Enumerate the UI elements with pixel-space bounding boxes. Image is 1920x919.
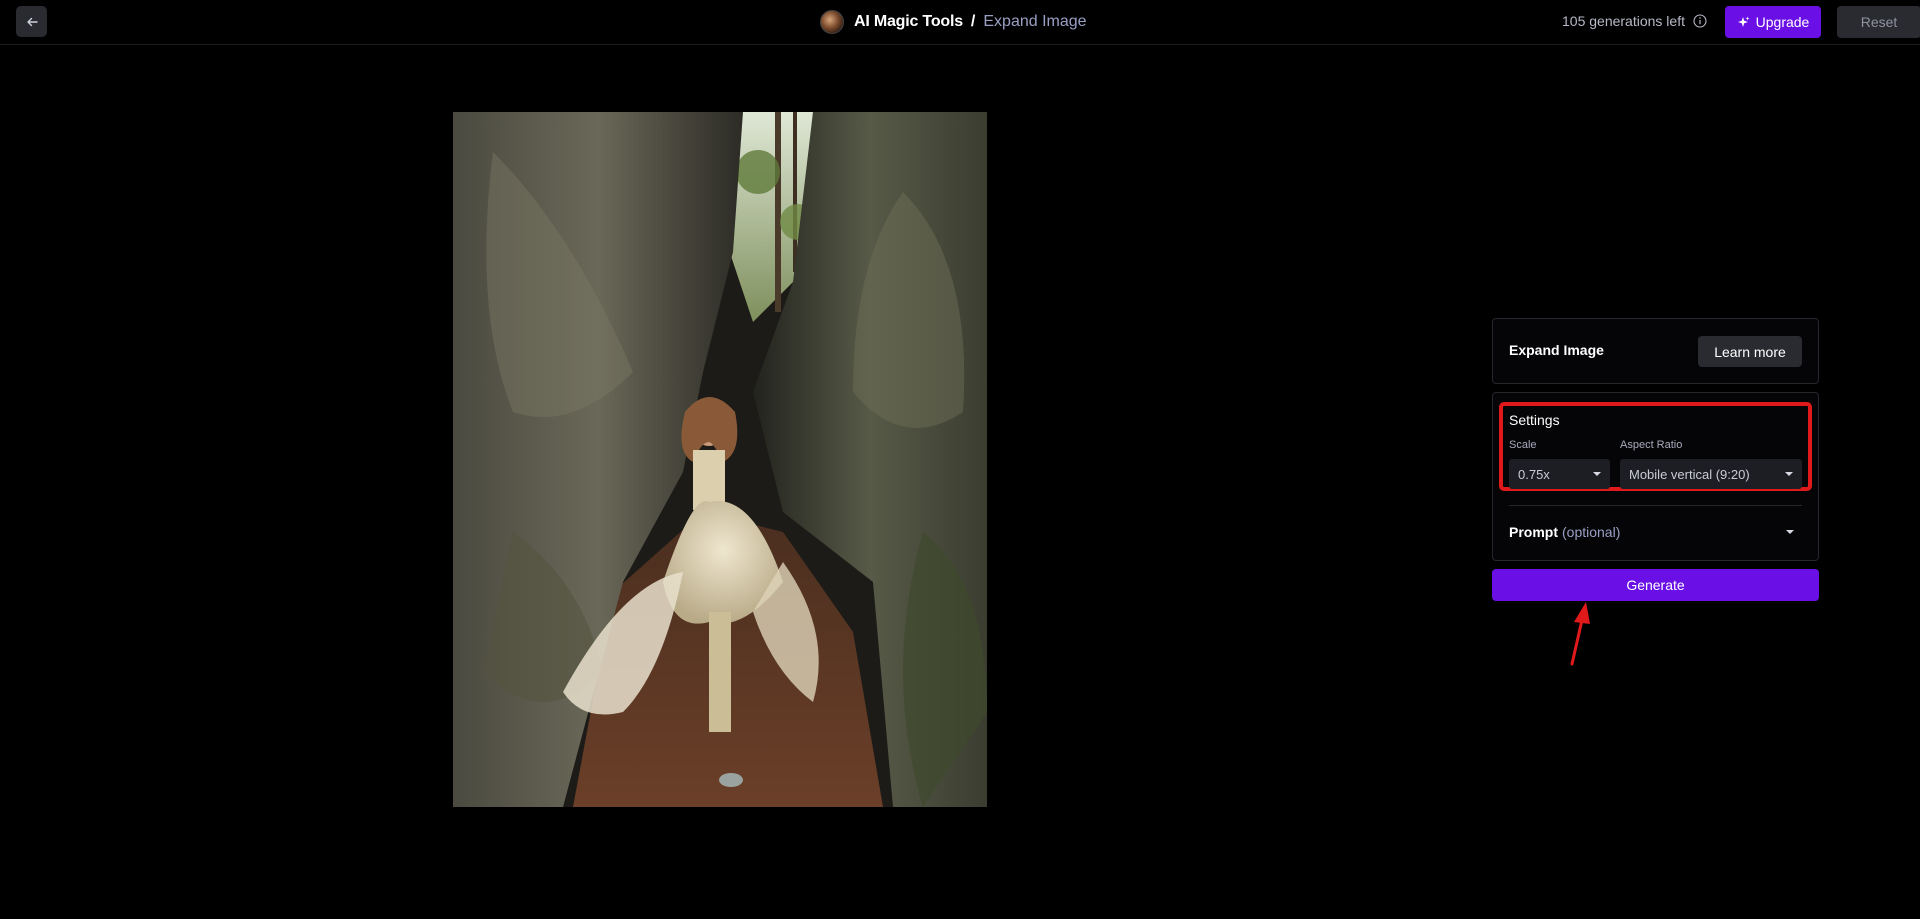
upgrade-button[interactable]: Upgrade xyxy=(1725,6,1821,38)
caret-down-icon xyxy=(1785,472,1793,476)
chevron-down-icon xyxy=(1786,530,1794,534)
aspect-ratio-value: Mobile vertical (9:20) xyxy=(1629,466,1750,482)
source-image xyxy=(453,112,987,807)
scale-value: 0.75x xyxy=(1518,466,1550,482)
caret-down-icon xyxy=(1593,472,1601,476)
tool-header-card: Expand Image Learn more xyxy=(1492,318,1819,384)
settings-title: Settings xyxy=(1509,412,1560,428)
breadcrumb: AI Magic Tools / Expand Image xyxy=(820,9,1087,35)
breadcrumb-separator: / xyxy=(970,13,976,30)
top-bar: AI Magic Tools / Expand Image 105 genera… xyxy=(0,0,1920,45)
photo-illustration xyxy=(453,112,987,807)
upgrade-label: Upgrade xyxy=(1755,14,1810,30)
arrow-left-icon xyxy=(26,17,38,26)
scale-label: Scale xyxy=(1509,439,1537,451)
page-title: Expand Image xyxy=(983,13,1087,30)
aspect-ratio-label: Aspect Ratio xyxy=(1620,439,1683,451)
generations-counter: 105 generations left xyxy=(1562,13,1707,29)
tool-title: Expand Image xyxy=(1509,342,1604,358)
prompt-toggle[interactable]: Prompt (optional) xyxy=(1509,522,1802,542)
prompt-optional-label: (optional) xyxy=(1562,524,1621,540)
divider xyxy=(1509,505,1802,506)
prompt-label: Prompt xyxy=(1509,524,1558,540)
info-icon[interactable] xyxy=(1693,14,1707,28)
sparkle-icon xyxy=(1737,16,1750,29)
app-title[interactable]: AI Magic Tools xyxy=(854,13,963,31)
scale-select[interactable]: 0.75x xyxy=(1509,459,1610,489)
settings-card: Settings Scale 0.75x Aspect Ratio Mobile… xyxy=(1492,392,1819,561)
generate-button[interactable]: Generate xyxy=(1492,569,1819,601)
learn-more-button[interactable]: Learn more xyxy=(1698,336,1802,367)
aspect-ratio-select[interactable]: Mobile vertical (9:20) xyxy=(1620,459,1802,489)
annotation-arrow-icon xyxy=(1570,602,1590,666)
app-logo xyxy=(820,10,844,34)
reset-button[interactable]: Reset xyxy=(1837,6,1920,38)
generations-left-text: 105 generations left xyxy=(1562,13,1685,29)
back-button[interactable] xyxy=(16,6,47,37)
